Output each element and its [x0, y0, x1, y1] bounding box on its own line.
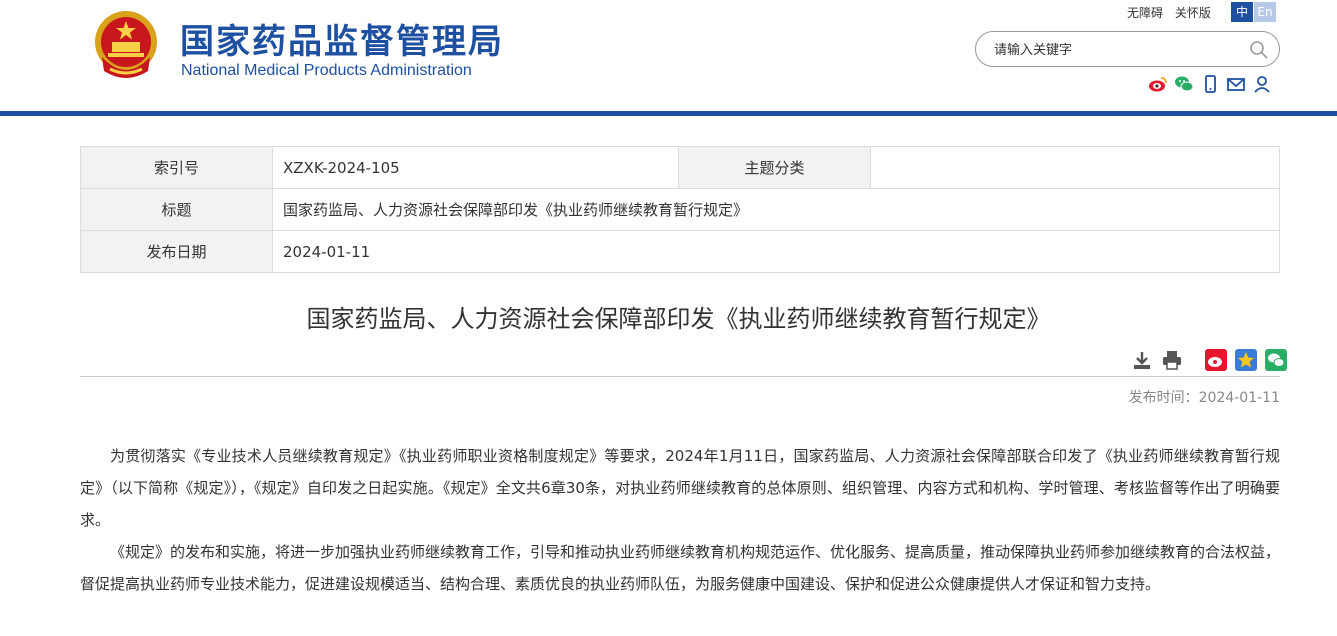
article-content: 为贯彻落实《专业技术人员继续教育规定》《执业药师职业资格制度规定》等要求，202… [80, 440, 1280, 600]
language-switch: 中 En [1231, 2, 1276, 22]
search-icon[interactable] [1249, 40, 1269, 60]
article-title: 国家药监局、人力资源社会保障部印发《执业药师继续教育暂行规定》 [306, 305, 1051, 333]
lang-zh-button[interactable]: 中 [1231, 2, 1253, 22]
header-divider [0, 111, 1337, 116]
article-paragraph: 为贯彻落实《专业技术人员继续教育规定》《执业药师职业资格制度规定》等要求，202… [80, 447, 1280, 529]
title-divider [80, 376, 1280, 377]
title-label: 标题 [80, 188, 273, 231]
share-wechat-icon[interactable] [1265, 349, 1287, 371]
download-icon[interactable] [1131, 349, 1153, 371]
article-paragraph: 《规定》的发布和实施，将进一步加强执业药师继续教育工作，引导和推动执业药师继续教… [80, 543, 1281, 593]
user-icon[interactable] [1252, 74, 1272, 94]
mobile-icon[interactable] [1200, 74, 1220, 94]
search-input[interactable] [994, 39, 1234, 59]
search-box [975, 31, 1280, 67]
care-edition-link[interactable]: 关怀版 [1175, 6, 1211, 20]
article-tools [1131, 349, 1287, 371]
date-value: 2024-01-11 [272, 230, 1280, 273]
tools-spacer [1191, 349, 1197, 371]
print-icon[interactable] [1161, 349, 1183, 371]
wechat-icon[interactable] [1174, 74, 1194, 94]
info-row-index: 索引号 XZXK-2024-105 主题分类 [80, 146, 1280, 189]
weibo-icon[interactable] [1148, 74, 1168, 94]
social-links [1148, 74, 1272, 94]
share-weibo-icon[interactable] [1205, 349, 1227, 371]
favorite-icon[interactable] [1235, 349, 1257, 371]
info-table: 索引号 XZXK-2024-105 主题分类 标题 国家药监局、人力资源社会保障… [80, 146, 1280, 273]
site-title-en[interactable]: National Medical Products Administration [181, 62, 472, 80]
info-row-title: 标题 国家药监局、人力资源社会保障部印发《执业药师继续教育暂行规定》 [80, 188, 1280, 231]
publish-time: 发布时间：2024-01-11 [1128, 390, 1280, 406]
title-value: 国家药监局、人力资源社会保障部印发《执业药师继续教育暂行规定》 [272, 188, 1280, 231]
site-header: 国家药品监督管理局 National Medical Products Admi… [0, 0, 1337, 111]
category-value [870, 146, 1280, 189]
lang-en-button[interactable]: En [1254, 2, 1276, 22]
date-label: 发布日期 [80, 230, 273, 273]
accessibility-link[interactable]: 无障碍 [1127, 6, 1163, 20]
mail-icon[interactable] [1226, 74, 1246, 94]
index-value: XZXK-2024-105 [272, 146, 679, 189]
site-title-cn[interactable]: 国家药品监督管理局 [180, 14, 504, 63]
index-label: 索引号 [80, 146, 273, 189]
national-emblem [95, 11, 157, 78]
category-label: 主题分类 [678, 146, 871, 189]
top-links: 无障碍 关怀版 [1127, 4, 1219, 21]
info-row-date: 发布日期 2024-01-11 [80, 230, 1280, 273]
